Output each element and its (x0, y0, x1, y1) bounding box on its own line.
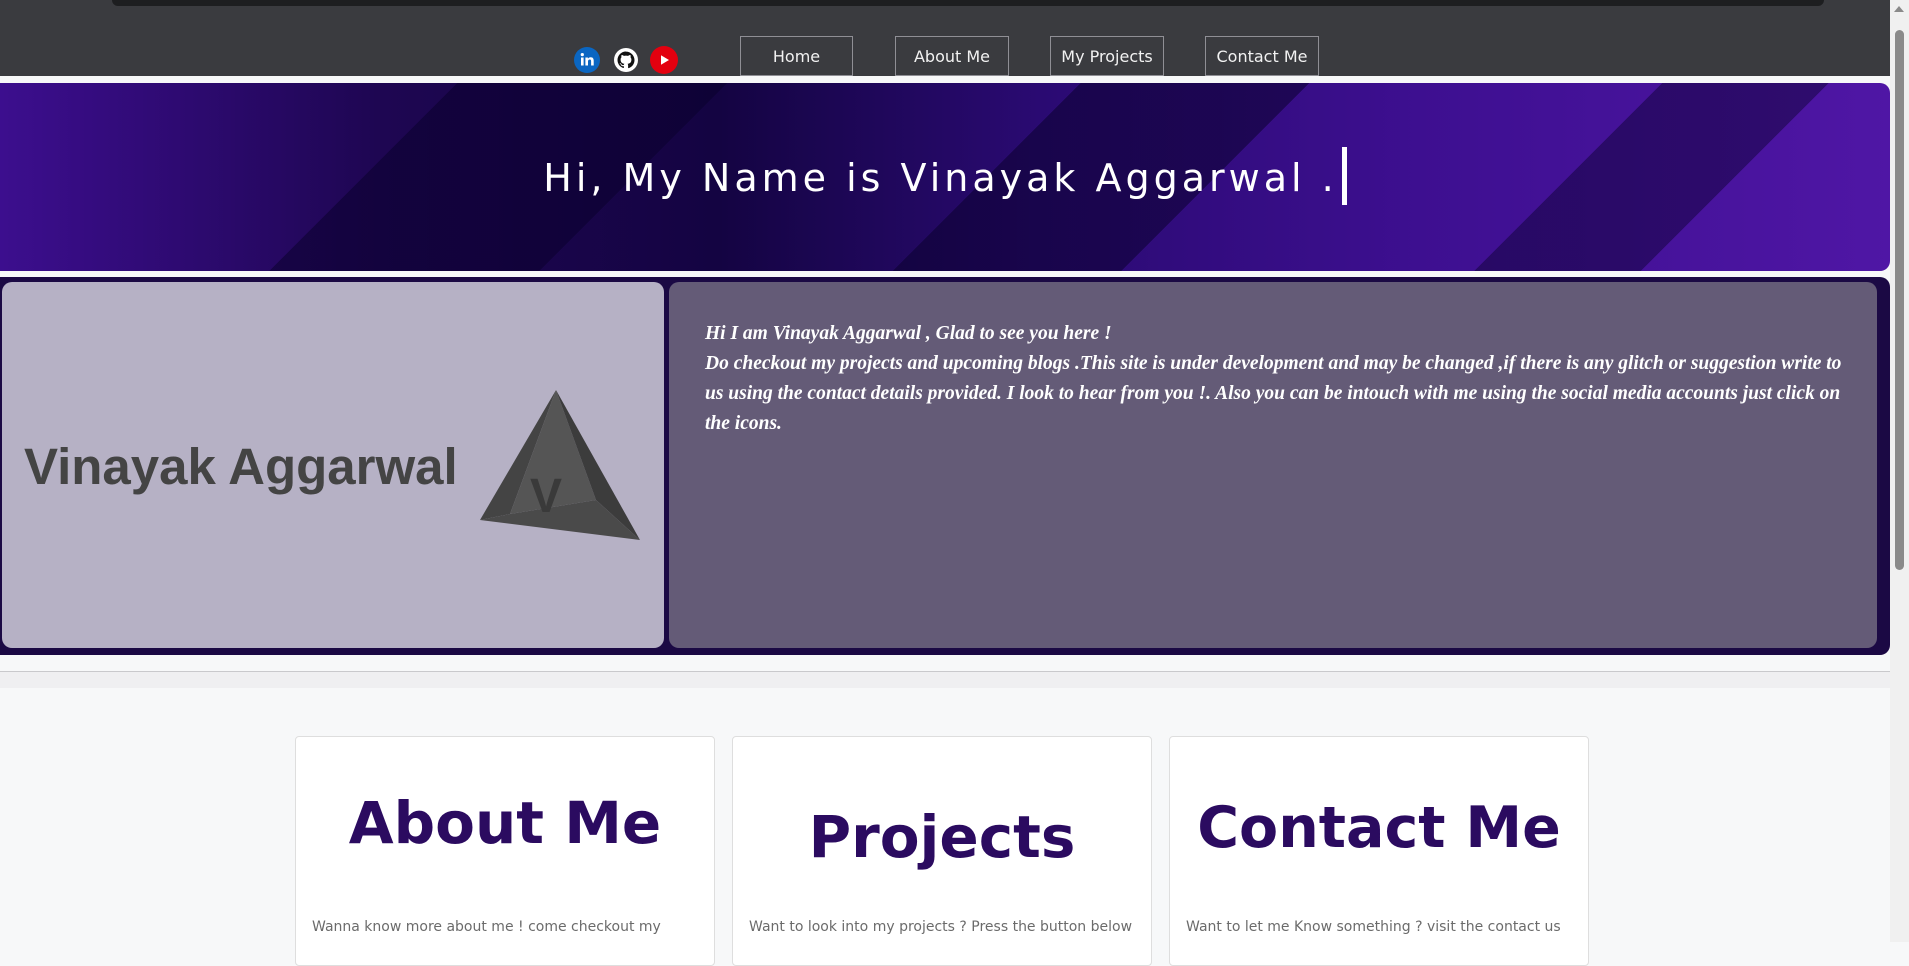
about-card-title: About Me (348, 789, 662, 857)
browser-top-strip (0, 0, 1890, 14)
nav-home-button[interactable]: Home (740, 36, 853, 76)
github-icon (614, 48, 638, 72)
youtube-icon (650, 46, 678, 74)
address-bar-edge (112, 0, 1824, 6)
logo-letter: V (530, 470, 562, 523)
scroll-up-icon[interactable] (1894, 6, 1904, 12)
scrollbar-thumb[interactable] (1895, 30, 1904, 570)
contact-card-title: Contact Me (1197, 795, 1561, 861)
section-divider (0, 671, 1890, 688)
nav-contact-button[interactable]: Contact Me (1205, 36, 1319, 76)
intro-text: Hi I am Vinayak Aggarwal , Glad to see y… (705, 319, 1855, 439)
contact-card: Contact Me Want to let me Know something… (1169, 736, 1589, 966)
about-card-text: Wanna know more about me ! come checkout… (312, 919, 661, 935)
logo-panel: Vinayak Aggarwal V (2, 282, 664, 648)
about-card: About Me Wanna know more about me ! come… (295, 736, 715, 966)
projects-card: Projects Want to look into my projects ?… (732, 736, 1152, 966)
linkedin-icon (574, 47, 600, 73)
projects-card-title: Projects (808, 803, 1076, 871)
hero-heading: Hi, My Name is Vinayak Aggarwal . (0, 147, 1890, 205)
nav-about-button[interactable]: About Me (895, 36, 1009, 76)
youtube-link[interactable] (650, 46, 678, 74)
hero-banner: Hi, My Name is Vinayak Aggarwal . (0, 83, 1890, 271)
intro-section: Vinayak Aggarwal V Hi I am Vinayak Aggar… (0, 277, 1890, 655)
page-scrollbar[interactable] (1890, 0, 1909, 942)
github-link[interactable] (612, 46, 640, 74)
logo-text: Vinayak Aggarwal (24, 438, 458, 495)
intro-text-panel: Hi I am Vinayak Aggarwal , Glad to see y… (669, 282, 1877, 648)
nav-projects-button[interactable]: My Projects (1050, 36, 1164, 76)
linkedin-link[interactable] (573, 46, 601, 74)
intro-description: Do checkout my projects and upcoming blo… (705, 353, 1842, 434)
projects-card-text: Want to look into my projects ? Press th… (749, 919, 1133, 935)
hero-title-text: Hi, My Name is Vinayak Aggarwal . (543, 156, 1338, 200)
logo-triangle-icon: V (480, 390, 640, 540)
contact-card-text: Want to let me Know something ? visit th… (1186, 919, 1561, 935)
intro-greeting: Hi I am Vinayak Aggarwal , Glad to see y… (705, 323, 1112, 344)
typing-caret (1341, 147, 1347, 205)
navbar: Home About Me My Projects Contact Me (0, 14, 1890, 76)
